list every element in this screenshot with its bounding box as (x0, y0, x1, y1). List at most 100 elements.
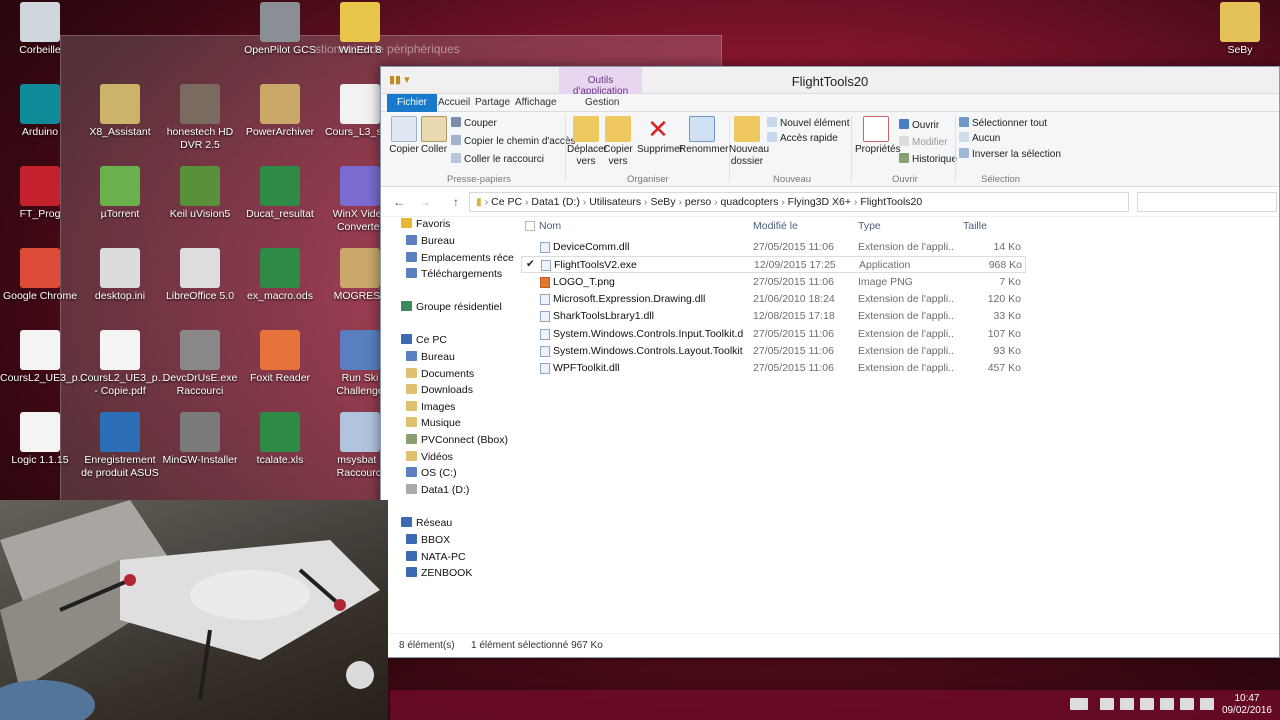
tab-fichier[interactable]: Fichier (387, 94, 438, 112)
desktop-icon[interactable]: µTorrent (80, 166, 160, 221)
properties-button[interactable]: Propriétés (855, 116, 901, 156)
table-row[interactable]: ✔ FlightToolsV2.exe 12/09/2015 17:25 Applic… (521, 256, 1026, 274)
breadcrumb-item[interactable]: quadcopters (721, 196, 779, 208)
table-row[interactable]: DeviceComm.dll 27/05/2015 11:06 Extension … (521, 239, 1026, 256)
table-row[interactable]: WPFToolkit.dll 27/05/2015 11:06 Extension … (521, 360, 1026, 377)
desktop-icon[interactable]: FT_Prog (0, 166, 80, 221)
desktop-icon[interactable]: SeBy (1200, 2, 1280, 57)
desktop-icon[interactable]: X8_Assistant (80, 84, 160, 139)
nav-pc-item[interactable]: Bureau (406, 351, 455, 363)
breadcrumb-separator[interactable]: › (778, 196, 787, 208)
breadcrumb-item[interactable]: perso (685, 196, 711, 208)
select-all-button[interactable]: Sélectionner tout (959, 117, 1047, 130)
breadcrumb-separator[interactable]: › (851, 196, 860, 208)
nav-pc-item[interactable]: Images (406, 400, 455, 413)
breadcrumb-item[interactable]: SeBy (650, 196, 675, 208)
nav-network-item[interactable]: NATA-PC (406, 550, 466, 563)
nav-favorite-item[interactable]: Téléchargements (406, 268, 502, 280)
open-button[interactable]: Ouvrir (899, 119, 939, 132)
nav-pc-item[interactable]: PVConnect (Bbox) (406, 434, 508, 446)
paste-button[interactable]: Coller (419, 116, 449, 156)
delete-button[interactable]: ✕ Supprimer (637, 116, 683, 156)
desktop-icon[interactable]: tcalate.xls (240, 412, 320, 467)
breadcrumb-item[interactable]: Ce PC (491, 196, 522, 208)
select-all-checkbox[interactable] (525, 221, 535, 231)
tab-partage[interactable]: Partage (475, 97, 510, 108)
edit-button[interactable]: Modifier (899, 136, 948, 149)
nav-pc-item[interactable]: Vidéos (406, 450, 453, 463)
column-header-type[interactable]: Type (858, 220, 881, 232)
history-button[interactable]: Historique (899, 153, 957, 166)
desktop-icon[interactable]: honestech HD DVR 2.5 (160, 84, 240, 152)
breadcrumb-item[interactable]: FlightTools20 (860, 196, 922, 208)
windows-icon[interactable] (1100, 698, 1114, 710)
copy-button[interactable]: Copier (389, 116, 419, 156)
tab-accueil[interactable]: Accueil (438, 97, 470, 108)
desktop-icon[interactable]: Enregistrement de produit ASUS (80, 412, 160, 480)
nav-network-item[interactable]: ZENBOOK (406, 567, 472, 579)
signal-icon[interactable] (1180, 698, 1194, 710)
desktop-icon[interactable]: CoursL2_UE3_p... - Copie.pdf (80, 330, 166, 398)
desktop-icon[interactable]: Corbeille (0, 2, 80, 57)
table-row[interactable]: System.Windows.Controls.Layout.Toolkit..… (521, 343, 1026, 360)
breadcrumb-item[interactable]: Utilisateurs (589, 196, 641, 208)
nav-network[interactable]: Réseau (401, 517, 452, 529)
back-arrow-icon[interactable]: ← (393, 195, 405, 209)
nav-homegroup[interactable]: Groupe résidentiel (401, 301, 502, 313)
desktop-icon[interactable]: CoursL2_UE3_p... (0, 330, 86, 385)
breadcrumb[interactable]: ▮ › Ce PC › Data1 (D:) › Utilisateurs › … (469, 192, 1129, 212)
cut-button[interactable]: Couper (451, 117, 497, 130)
desktop-icon[interactable]: PowerArchiver (240, 84, 320, 139)
desktop-icon[interactable]: Arduino (0, 84, 80, 139)
desktop-icon[interactable]: Google Chrome (0, 248, 80, 303)
breadcrumb-item[interactable]: Flying3D X6+ (788, 196, 851, 208)
table-row[interactable]: Microsoft.Expression.Drawing.dll 21/06/20… (521, 291, 1026, 308)
breadcrumb-item[interactable]: Data1 (D:) (531, 196, 579, 208)
up-arrow-icon[interactable]: ↑ (453, 195, 459, 209)
new-item-button[interactable]: Nouvel élément (767, 117, 849, 130)
nav-favorite-item[interactable]: Emplacements réce (406, 251, 514, 264)
breadcrumb-separator[interactable]: › (580, 196, 589, 208)
row-checkbox[interactable]: ✔ (526, 258, 535, 270)
volume-icon[interactable] (1200, 698, 1214, 710)
desktop-icon[interactable]: desktop.ini (80, 248, 160, 303)
desktop-icon[interactable]: LibreOffice 5.0 (160, 248, 240, 303)
breadcrumb-separator[interactable]: › (482, 196, 491, 208)
desktop-icon[interactable]: MinGW-Installer (160, 412, 240, 467)
column-header-name[interactable]: Nom (539, 220, 561, 232)
rename-button[interactable]: Renommer (679, 116, 728, 156)
tab-affichage[interactable]: Affichage (515, 97, 557, 108)
nav-favorite-item[interactable]: Bureau (406, 235, 455, 247)
forward-arrow-icon[interactable]: → (419, 195, 431, 209)
desktop-icon[interactable]: Foxit Reader (240, 330, 320, 385)
nav-favoris[interactable]: Favoris (401, 218, 450, 230)
desktop-icon[interactable]: Logic 1.1.15 (0, 412, 80, 467)
title-bar[interactable]: ▮▮ ▾ Outils d'application FlightTools20 (381, 67, 1279, 97)
nav-network-item[interactable]: BBOX (406, 534, 450, 546)
table-row[interactable]: SharkToolsLbrary1.dll 12/08/2015 17:18 Ext… (521, 308, 1026, 325)
breadcrumb-separator[interactable]: › (522, 196, 531, 208)
desktop-icon[interactable]: Ducat_resultat (240, 166, 320, 221)
table-row[interactable]: System.Windows.Controls.Input.Toolkit.dl… (521, 326, 1026, 343)
nav-pc-item[interactable]: Musique (406, 417, 461, 429)
table-row[interactable]: LOGO_T.png 27/05/2015 11:06 Image PNG 7 Ko (521, 274, 1026, 291)
flag-icon[interactable] (1140, 698, 1154, 710)
nav-pc-item[interactable]: Downloads (406, 384, 473, 396)
breadcrumb-separator[interactable]: › (711, 196, 720, 208)
desktop-icon[interactable]: WinEdt 8 (320, 2, 400, 57)
new-folder-button[interactable]: Nouveau dossier (729, 116, 769, 168)
select-none-button[interactable]: Aucun (959, 132, 1000, 145)
column-header-size[interactable]: Taille (963, 220, 987, 232)
desktop-icon[interactable]: DevcDrUsE.exe Raccourci (160, 330, 240, 398)
tab-gestion[interactable]: Gestion (585, 97, 619, 108)
paste-shortcut-button[interactable]: Coller le raccourci (451, 153, 544, 166)
clock[interactable]: 10:47 09/02/2016 (1222, 693, 1272, 717)
desktop-icon[interactable]: ex_macro.ods (240, 248, 320, 303)
nav-pc-item[interactable]: Data1 (D:) (406, 483, 469, 496)
nav-pc-item[interactable]: OS (C:) (406, 467, 457, 479)
network-icon[interactable] (1160, 698, 1174, 710)
search-input[interactable] (1137, 192, 1277, 212)
copy-path-button[interactable]: Copier le chemin d'accès (451, 135, 575, 148)
invert-selection-button[interactable]: Inverser la sélection (959, 148, 1061, 161)
quick-access-button[interactable]: Accès rapide (767, 132, 838, 145)
